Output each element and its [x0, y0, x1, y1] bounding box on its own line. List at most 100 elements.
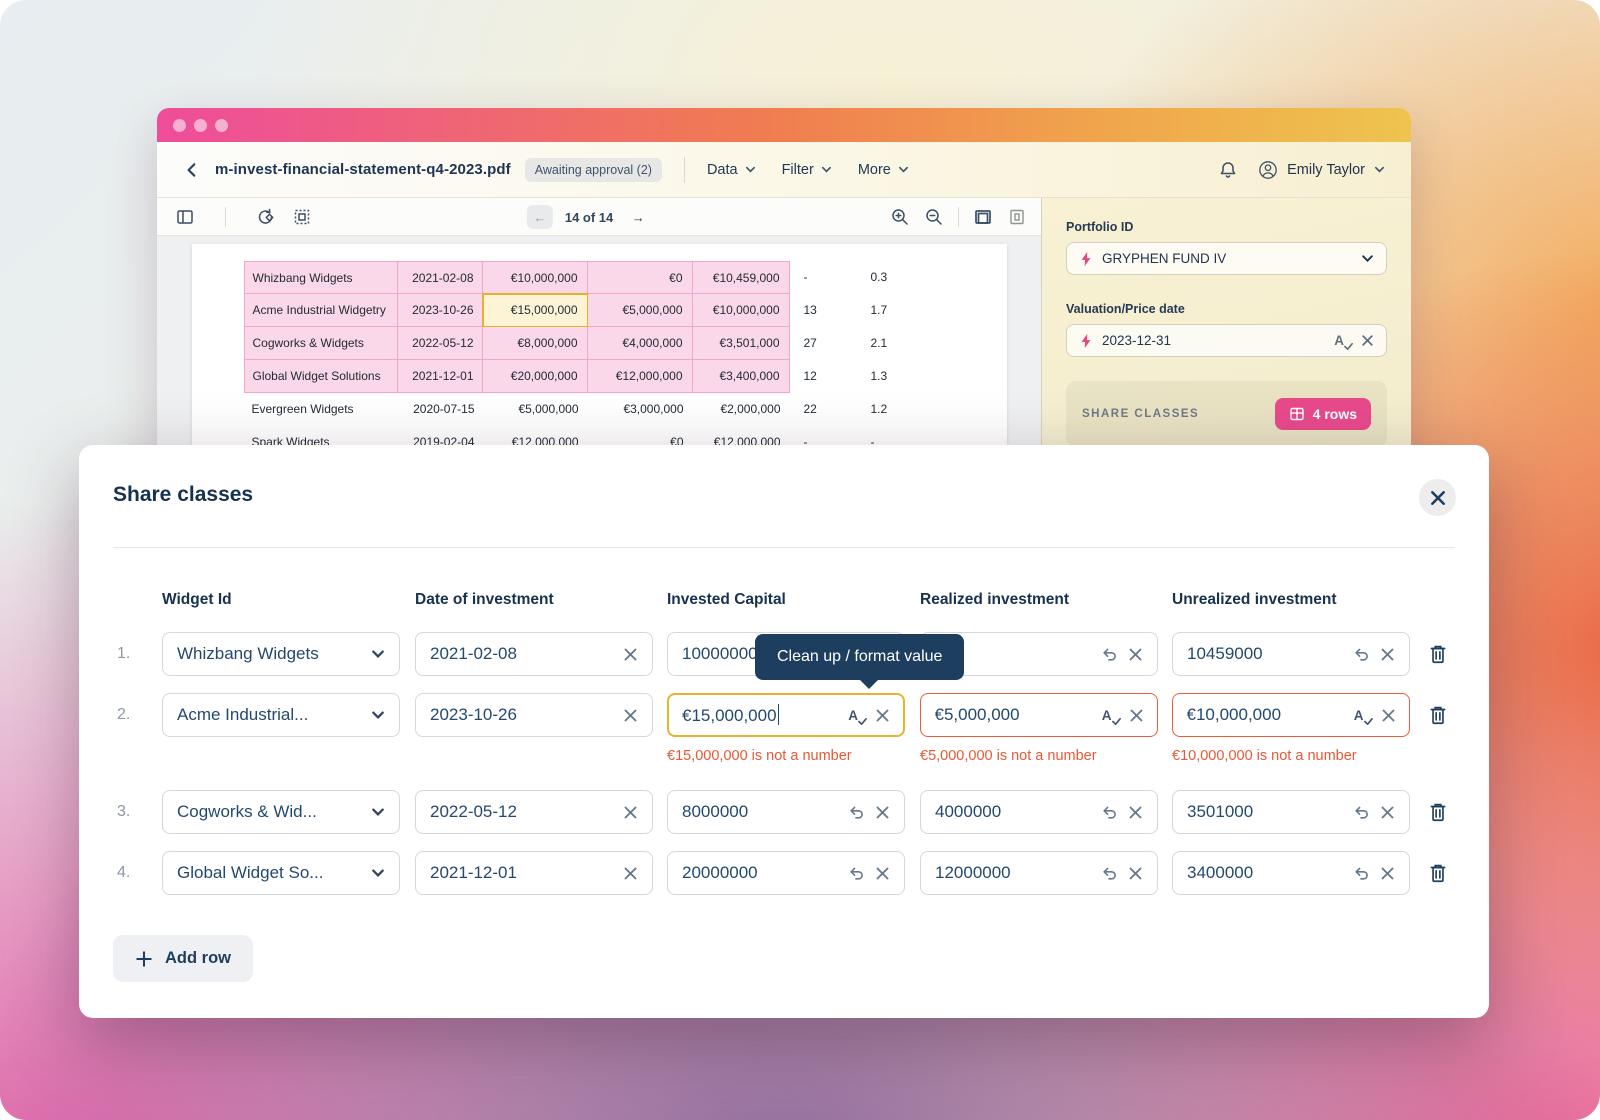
delete-row-button[interactable]: [1428, 851, 1454, 895]
unrealized-investment-field[interactable]: 10459000: [1172, 632, 1410, 676]
clear-icon[interactable]: [1380, 647, 1395, 662]
unrealized-investment-field[interactable]: 3501000: [1172, 790, 1410, 834]
clear-icon[interactable]: [623, 708, 638, 723]
widget-id-select[interactable]: Global Widget So...: [162, 851, 400, 895]
undo-icon[interactable]: [1101, 865, 1118, 882]
date-field[interactable]: 2021-12-01: [415, 851, 653, 895]
table-row[interactable]: Whizbang Widgets 2021-02-08 €10,000,000 …: [244, 261, 911, 294]
date-field[interactable]: 2022-05-12: [415, 790, 653, 834]
clear-icon[interactable]: [623, 647, 638, 662]
table-row[interactable]: Acme Industrial Widgetry 2023-10-26 €15,…: [244, 294, 911, 327]
clear-icon[interactable]: [1380, 805, 1395, 820]
clear-icon[interactable]: [623, 805, 638, 820]
column-header-unrealized: Unrealized investment: [1172, 591, 1337, 609]
undo-icon[interactable]: [848, 804, 865, 821]
unrealized-investment-field[interactable]: 3400000: [1172, 851, 1410, 895]
error-realized: €5,000,000 is not a number: [920, 748, 1170, 764]
widget-id-select[interactable]: Cogworks & Wid...: [162, 790, 400, 834]
text-cursor: [778, 704, 780, 725]
table-row[interactable]: Global Widget Solutions 2021-12-01 €20,0…: [244, 360, 911, 393]
valuation-date-field[interactable]: 2023-12-31 A: [1066, 324, 1387, 357]
plus-icon: [135, 950, 153, 968]
selected-cell[interactable]: €15,000,000: [483, 294, 588, 327]
clear-icon[interactable]: [875, 708, 890, 723]
clear-icon[interactable]: [1361, 334, 1374, 347]
desktop-background: m-invest-financial-statement-q4-2023.pdf…: [0, 0, 1600, 1120]
clear-icon[interactable]: [1128, 647, 1143, 662]
layout-single-page-icon[interactable]: [1007, 207, 1027, 227]
menu-filter[interactable]: Filter: [782, 162, 832, 178]
chevron-down-icon: [371, 805, 385, 819]
menu-more[interactable]: More: [858, 162, 909, 178]
rows-count-button[interactable]: 4 rows: [1275, 398, 1371, 430]
format-value-icon[interactable]: A: [1102, 708, 1119, 723]
rotate-icon[interactable]: [256, 207, 276, 227]
clear-icon[interactable]: [875, 805, 890, 820]
invested-capital-field[interactable]: 8000000: [667, 790, 905, 834]
invested-capital-field[interactable]: 20000000: [667, 851, 905, 895]
sidebar-toggle-icon[interactable]: [175, 207, 195, 227]
window-minimize-dot[interactable]: [194, 119, 207, 132]
zoom-out-icon[interactable]: [924, 207, 944, 227]
date-field[interactable]: 2021-02-08: [415, 632, 653, 676]
invested-capital-field-focused[interactable]: €15,000,000 A: [667, 693, 905, 737]
format-value-icon[interactable]: A: [848, 708, 865, 723]
portfolio-id-value: GRYPHEN FUND IV: [1102, 251, 1352, 266]
clear-icon[interactable]: [1128, 805, 1143, 820]
unrealized-investment-field-invalid[interactable]: €10,000,000 A: [1172, 693, 1410, 737]
undo-icon[interactable]: [1353, 865, 1370, 882]
chevron-down-icon: [1361, 252, 1374, 265]
portfolio-id-select[interactable]: GRYPHEN FUND IV: [1066, 242, 1387, 275]
clear-icon[interactable]: [623, 866, 638, 881]
bell-icon[interactable]: [1218, 160, 1238, 180]
undo-icon[interactable]: [1353, 804, 1370, 821]
avatar-icon: [1258, 160, 1278, 180]
table-row[interactable]: Evergreen Widgets 2020-07-15 €5,000,000 …: [244, 393, 911, 426]
column-header-widget-id: Widget Id: [162, 591, 232, 609]
back-icon[interactable]: [183, 161, 201, 179]
next-page-button[interactable]: →: [625, 205, 651, 229]
delete-row-button[interactable]: [1428, 790, 1454, 834]
modal-divider: [113, 547, 1455, 548]
user-name: Emily Taylor: [1287, 162, 1365, 178]
clear-icon[interactable]: [1129, 708, 1144, 723]
format-value-icon[interactable]: A: [1334, 333, 1351, 348]
clear-icon[interactable]: [1380, 866, 1395, 881]
delete-row-button[interactable]: [1428, 693, 1454, 737]
undo-icon[interactable]: [1101, 646, 1118, 663]
format-value-icon[interactable]: A: [1354, 708, 1371, 723]
select-region-icon[interactable]: [292, 207, 312, 227]
window-maximize-dot[interactable]: [215, 119, 228, 132]
trash-icon: [1428, 862, 1448, 884]
share-classes-modal: Share classes Widget Id Date of investme…: [79, 445, 1489, 1018]
chevron-down-icon: [371, 866, 385, 880]
realized-investment-field-invalid[interactable]: €5,000,000 A: [920, 693, 1158, 737]
realized-investment-field[interactable]: 12000000: [920, 851, 1158, 895]
user-menu[interactable]: Emily Taylor: [1258, 160, 1385, 180]
table-row[interactable]: Cogworks & Widgets 2022-05-12 €8,000,000…: [244, 327, 911, 360]
zoom-in-icon[interactable]: [890, 207, 910, 227]
add-row-button[interactable]: Add row: [113, 935, 253, 982]
menu-data[interactable]: Data: [707, 162, 756, 178]
chevron-down-icon: [1374, 164, 1385, 175]
widget-id-select[interactable]: Acme Industrial...: [162, 693, 400, 737]
delete-row-button[interactable]: [1428, 632, 1454, 676]
modal-close-button[interactable]: [1419, 479, 1456, 516]
clear-icon[interactable]: [875, 866, 890, 881]
clear-icon[interactable]: [1128, 866, 1143, 881]
undo-icon[interactable]: [1353, 646, 1370, 663]
page-indicator: 14 of 14: [565, 210, 613, 225]
undo-icon[interactable]: [848, 865, 865, 882]
prev-page-button[interactable]: ←: [527, 205, 553, 229]
undo-icon[interactable]: [1101, 804, 1118, 821]
error-invested: €15,000,000 is not a number: [667, 748, 917, 764]
realized-investment-field[interactable]: 4000000: [920, 790, 1158, 834]
layout-two-page-icon[interactable]: [973, 207, 993, 227]
lightning-icon: [1079, 333, 1093, 349]
share-classes-panel: SHARE CLASSES 4 rows: [1066, 381, 1387, 447]
window-close-dot[interactable]: [173, 119, 186, 132]
date-field[interactable]: 2023-10-26: [415, 693, 653, 737]
widget-id-select[interactable]: Whizbang Widgets: [162, 632, 400, 676]
clear-icon[interactable]: [1381, 708, 1396, 723]
status-badge: Awaiting approval (2): [525, 158, 662, 182]
